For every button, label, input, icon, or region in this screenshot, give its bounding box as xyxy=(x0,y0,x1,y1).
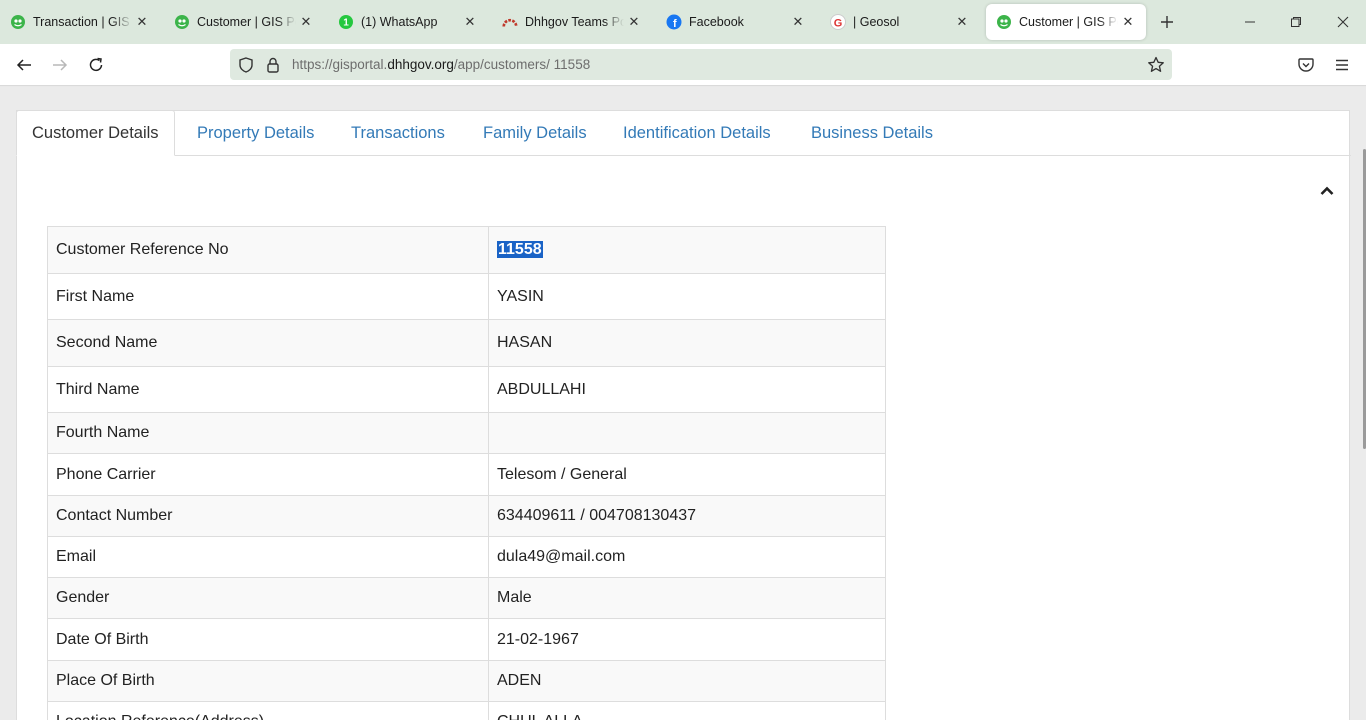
browser-tab-title: Dhhgov Teams Portal xyxy=(525,15,624,29)
field-label: Second Name xyxy=(47,319,489,367)
field-label: Third Name xyxy=(47,366,489,413)
field-label: Place Of Birth xyxy=(47,660,489,702)
table-row: Fourth Name xyxy=(47,412,886,454)
field-label: Phone Carrier xyxy=(47,453,489,496)
browser-tab[interactable]: f Facebook ✕ xyxy=(656,4,816,40)
geosol-icon: G xyxy=(830,14,846,30)
field-value: YASIN xyxy=(488,273,886,320)
hamburger-menu-icon[interactable] xyxy=(1330,53,1354,77)
close-tab-icon[interactable]: ✕ xyxy=(1120,14,1136,30)
field-label: Gender xyxy=(47,577,489,619)
table-row: Contact Number 634409611 / 004708130437 xyxy=(47,495,886,537)
browser-tab-title: | Geosol xyxy=(853,15,900,29)
new-tab-plus-icon[interactable] xyxy=(1155,10,1179,34)
field-label: First Name xyxy=(47,273,489,320)
browser-tab[interactable]: G | Geosol ✕ xyxy=(820,4,980,40)
tracking-shield-icon[interactable] xyxy=(237,56,255,74)
field-value: HASAN xyxy=(488,319,886,367)
tab-transactions[interactable]: Transactions xyxy=(351,111,445,156)
field-label: Location Reference(Address) xyxy=(47,701,489,720)
close-tab-icon[interactable]: ✕ xyxy=(462,14,478,30)
browser-tab-title: Customer | GIS Portal xyxy=(197,15,296,29)
close-tab-icon[interactable]: ✕ xyxy=(626,14,642,30)
table-row: Place Of Birth ADEN xyxy=(47,660,886,702)
minimize-icon[interactable] xyxy=(1238,10,1262,34)
pocket-icon[interactable] xyxy=(1294,53,1318,77)
gis-portal-icon xyxy=(174,14,190,30)
browser-tab[interactable]: Dhhgov Teams Portal ✕ xyxy=(492,4,652,40)
gis-portal-icon xyxy=(10,14,26,30)
page-content: Customer Details Property Details Transa… xyxy=(0,87,1366,720)
field-value xyxy=(488,412,886,454)
url-text[interactable]: https://gisportal.dhhgov.org/app/custome… xyxy=(292,57,590,72)
svg-text:1: 1 xyxy=(343,18,349,29)
table-row: Customer Reference No 11558 xyxy=(47,226,886,274)
field-value: CHUL ALLA xyxy=(488,701,886,720)
url-prefix: https://gisportal. xyxy=(292,57,388,72)
detail-tabs: Customer Details Property Details Transa… xyxy=(16,110,1351,156)
table-row: Second Name HASAN xyxy=(47,319,886,367)
url-domain: dhhgov.org xyxy=(387,57,454,72)
table-row: First Name YASIN xyxy=(47,273,886,320)
lock-icon[interactable] xyxy=(264,56,282,74)
field-label: Date Of Birth xyxy=(47,618,489,661)
table-row: Email dula49@mail.com xyxy=(47,536,886,578)
table-row: Phone Carrier Telesom / General xyxy=(47,453,886,496)
reload-icon[interactable] xyxy=(84,53,108,77)
tab-family-details[interactable]: Family Details xyxy=(483,111,587,156)
page-scrollbar[interactable] xyxy=(1362,87,1366,720)
field-value: 634409611 / 004708130437 xyxy=(488,495,886,537)
customer-panel: Customer Details Property Details Transa… xyxy=(16,110,1351,720)
svg-text:G: G xyxy=(834,18,843,30)
facebook-icon: f xyxy=(666,14,682,30)
close-tab-icon[interactable]: ✕ xyxy=(134,14,150,30)
field-value: ABDULLAHI xyxy=(488,366,886,413)
field-value: 21-02-1967 xyxy=(488,618,886,661)
field-value: 11558 xyxy=(488,226,886,274)
browser-tab[interactable]: Customer | GIS Portal ✕ xyxy=(164,4,324,40)
svg-text:f: f xyxy=(673,18,677,30)
gis-portal-icon xyxy=(996,14,1012,30)
restore-icon[interactable] xyxy=(1284,10,1308,34)
collapse-chevron-up-icon[interactable] xyxy=(1317,181,1337,201)
browser-toolbar: https://gisportal.dhhgov.org/app/custome… xyxy=(0,44,1366,86)
browser-tab-title: (1) WhatsApp xyxy=(361,15,438,29)
tab-business-details[interactable]: Business Details xyxy=(811,111,933,156)
address-bar[interactable]: https://gisportal.dhhgov.org/app/custome… xyxy=(230,49,1172,80)
browser-tab[interactable]: 1 (1) WhatsApp ✕ xyxy=(328,4,488,40)
close-window-icon[interactable] xyxy=(1331,10,1355,34)
back-arrow-icon[interactable] xyxy=(12,53,36,77)
table-row: Gender Male xyxy=(47,577,886,619)
bookmark-star-icon[interactable] xyxy=(1146,55,1166,75)
browser-tab-title: Customer | GIS Portal xyxy=(1019,15,1118,29)
tab-property-details[interactable]: Property Details xyxy=(197,111,314,156)
table-row: Location Reference(Address) CHUL ALLA xyxy=(47,701,886,720)
table-row: Third Name ABDULLAHI xyxy=(47,366,886,413)
field-value: Male xyxy=(488,577,886,619)
tab-customer-details[interactable]: Customer Details xyxy=(16,110,175,156)
table-row: Date Of Birth 21-02-1967 xyxy=(47,618,886,661)
browser-tab-active[interactable]: Customer | GIS Portal ✕ xyxy=(986,4,1146,40)
selected-text: 11558 xyxy=(497,241,543,258)
url-path: /app/customers/ 11558 xyxy=(453,57,591,72)
field-label: Email xyxy=(47,536,489,578)
browser-tab[interactable]: Transaction | GIS Portal ✕ xyxy=(0,4,160,40)
customer-details-table: Customer Reference No 11558 First Name Y… xyxy=(47,226,886,720)
browser-tab-title: Facebook xyxy=(689,15,744,29)
field-label: Fourth Name xyxy=(47,412,489,454)
browser-tab-title: Transaction | GIS Portal xyxy=(33,15,132,29)
close-tab-icon[interactable]: ✕ xyxy=(298,14,314,30)
teams-portal-icon xyxy=(502,14,518,30)
close-tab-icon[interactable]: ✕ xyxy=(954,14,970,30)
field-label: Customer Reference No xyxy=(47,226,489,274)
field-label: Contact Number xyxy=(47,495,489,537)
whatsapp-icon: 1 xyxy=(338,14,354,30)
tab-identification-details[interactable]: Identification Details xyxy=(623,111,771,156)
forward-arrow-icon[interactable] xyxy=(48,53,72,77)
field-value: ADEN xyxy=(488,660,886,702)
field-value: Telesom / General xyxy=(488,453,886,496)
close-tab-icon[interactable]: ✕ xyxy=(790,14,806,30)
browser-tab-strip: Transaction | GIS Portal ✕ Customer | GI… xyxy=(0,0,1366,44)
field-value: dula49@mail.com xyxy=(488,536,886,578)
